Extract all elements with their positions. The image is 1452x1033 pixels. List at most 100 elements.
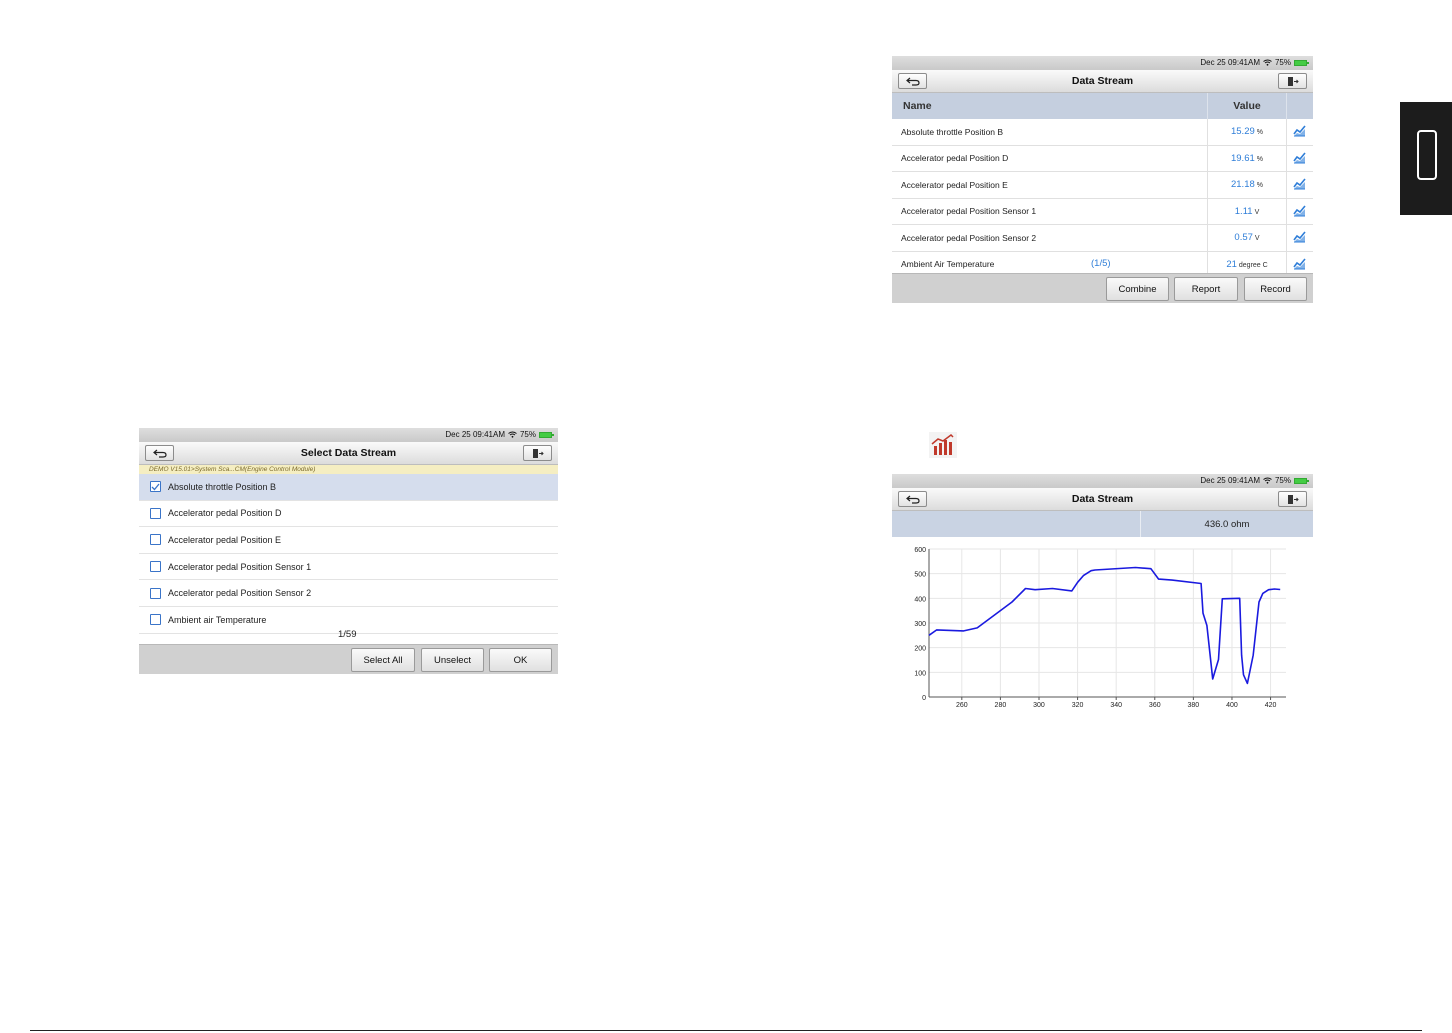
x-tick-label: 340	[1110, 702, 1122, 709]
wifi-icon	[508, 431, 517, 438]
data-stream-item[interactable]: Accelerator pedal Position Sensor 2	[139, 580, 558, 607]
unselect-button[interactable]: Unselect	[421, 648, 484, 672]
status-battery-percent: 75%	[1274, 58, 1291, 67]
y-tick-label: 300	[914, 621, 926, 628]
row-value-unit: %	[1256, 129, 1263, 137]
line-graph-icon[interactable]	[1293, 178, 1306, 190]
report-button[interactable]: Report	[1174, 277, 1238, 301]
battery-icon	[1294, 59, 1309, 66]
row-value: 21.18%	[1208, 179, 1286, 190]
row-name: Ambient Air Temperature	[901, 259, 995, 270]
screen-title: Select Data Stream	[300, 447, 397, 459]
exit-button[interactable]	[1278, 73, 1307, 89]
row-value-unit: V	[1254, 208, 1260, 216]
table-row: Absolute throttle Position B 15.29%	[892, 119, 1313, 146]
data-stream-item-label: Accelerator pedal Position D	[168, 508, 282, 519]
y-tick-label: 100	[914, 670, 926, 677]
line-graph-icon[interactable]	[1293, 204, 1306, 217]
x-tick-label: 280	[995, 702, 1007, 709]
column-divider	[1286, 225, 1287, 251]
line-graph-icon[interactable]	[1293, 231, 1306, 243]
column-header-name: Name	[903, 100, 932, 112]
select-all-button[interactable]: Select All	[351, 648, 415, 672]
row-value: 1.11 V	[1208, 206, 1286, 217]
row-value-unit: %	[1256, 182, 1263, 190]
data-stream-item-label: Ambient air Temperature	[168, 614, 267, 625]
line-graph-icon[interactable]	[1293, 257, 1306, 270]
title-bar: Data Stream	[892, 488, 1313, 511]
data-stream-item[interactable]: Absolute throttle Position B	[139, 474, 558, 501]
page-indicator: (1/5)	[1091, 258, 1111, 269]
column-divider	[1286, 172, 1287, 198]
exit-button[interactable]	[1278, 491, 1307, 507]
status-battery-percent: 75%	[1274, 476, 1291, 485]
row-value-number: 1.11	[1234, 205, 1253, 217]
line-graph-icon[interactable]	[1293, 125, 1306, 137]
row-value-number: 15.29	[1230, 126, 1255, 138]
checkbox[interactable]	[150, 507, 161, 519]
row-value-number: 0.57	[1234, 232, 1253, 244]
title-bar: Data Stream	[892, 70, 1313, 93]
row-name: Accelerator pedal Position Sensor 1	[901, 206, 1037, 217]
exit-button[interactable]	[523, 445, 552, 461]
status-battery-percent: 75%	[519, 430, 536, 439]
y-tick-label: 400	[914, 596, 926, 603]
row-value: 0.57 V	[1208, 232, 1286, 243]
row-value: 19.61%	[1208, 153, 1286, 164]
row-value-unit: %	[1256, 155, 1263, 163]
select-data-stream-screen: Dec 25 09:41AM 75% Select Data Stream DE…	[139, 428, 558, 674]
y-tick-label: 0	[922, 695, 926, 702]
line-graph-icon[interactable]	[1293, 151, 1306, 164]
combine-button[interactable]: Combine	[1106, 277, 1169, 301]
status-datetime: Dec 25 09:41AM	[1200, 476, 1260, 485]
column-header-value: Value	[1233, 100, 1261, 112]
x-tick-label: 300	[1033, 702, 1045, 709]
data-stream-graph-screen: Dec 25 09:41AM 75% Data Stream 436.0 ohm…	[892, 474, 1313, 712]
column-divider	[1286, 198, 1287, 224]
breadcrumb: DEMO V15.01>System Sca...CM(Engine Contr…	[139, 465, 558, 474]
line-chart: 0 100 200 300 400 500 600 260 280 300 320 340 360 380…	[914, 547, 1286, 709]
y-tick-label: 500	[914, 572, 926, 579]
column-divider	[1286, 93, 1287, 119]
row-value-unit: degree C	[1238, 261, 1268, 269]
row-value: 21 degree C	[1208, 259, 1286, 270]
bottom-toolbar: Select All Unselect OK	[139, 644, 558, 674]
checkbox[interactable]	[150, 614, 161, 626]
row-value-number: 21.18	[1230, 179, 1255, 191]
row-name: Accelerator pedal Position E	[901, 179, 1008, 190]
footer-rule	[30, 1030, 1422, 1031]
table-row: Accelerator pedal Position Sensor 1 1.11 V	[892, 198, 1313, 225]
x-tick-label: 380	[1188, 702, 1200, 709]
status-datetime: Dec 25 09:41AM	[445, 430, 505, 439]
ok-button[interactable]: OK	[489, 648, 552, 672]
data-table-body: Absolute throttle Position B 15.29% Accele…	[892, 119, 1313, 278]
checkbox[interactable]	[150, 534, 161, 546]
data-table-header: Name Value	[892, 93, 1313, 119]
page-indicator: 1/59	[338, 629, 357, 640]
graph-value-header: 436.0 ohm	[892, 511, 1313, 537]
battery-icon	[539, 431, 554, 438]
column-divider	[1286, 145, 1287, 171]
x-tick-label: 400	[1226, 702, 1238, 709]
row-name: Accelerator pedal Position D	[901, 153, 1009, 164]
data-stream-list: Absolute throttle Position B Accelerator …	[139, 474, 558, 634]
status-bar: Dec 25 09:41AM 75%	[892, 56, 1313, 70]
screen-title: Data Stream	[1071, 75, 1134, 87]
data-stream-item[interactable]: Accelerator pedal Position D	[139, 501, 558, 528]
record-button[interactable]: Record	[1244, 277, 1307, 301]
checkbox[interactable]	[150, 481, 161, 493]
status-bar: Dec 25 09:41AM 75%	[139, 428, 558, 442]
row-name: Absolute throttle Position B	[901, 126, 1004, 137]
x-tick-label: 420	[1265, 702, 1277, 709]
x-tick-label: 260	[956, 702, 968, 709]
checkbox[interactable]	[150, 561, 161, 573]
y-tick-label: 600	[914, 547, 926, 554]
data-stream-item[interactable]: Accelerator pedal Position Sensor 1	[139, 554, 558, 581]
table-row: Accelerator pedal Position E 21.18%	[892, 172, 1313, 199]
data-stream-item-label: Accelerator pedal Position Sensor 2	[168, 588, 312, 599]
data-stream-item-label: Accelerator pedal Position E	[168, 534, 282, 545]
data-stream-item-label: Absolute throttle Position B	[168, 481, 277, 492]
row-name: Accelerator pedal Position Sensor 2	[901, 232, 1037, 243]
data-stream-item[interactable]: Accelerator pedal Position E	[139, 527, 558, 554]
checkbox[interactable]	[150, 587, 161, 599]
